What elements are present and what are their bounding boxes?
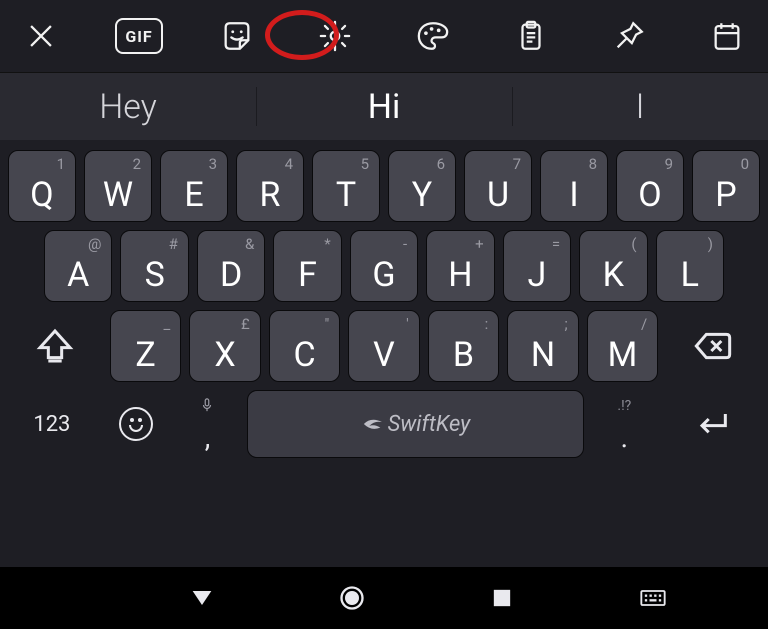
key-row-2: @A #S &D *F -G +H =J (K )L	[8, 230, 760, 302]
keyboard-icon	[639, 584, 667, 612]
space-key[interactable]: SwiftKey	[247, 390, 584, 458]
suggestion-right[interactable]: I	[512, 73, 768, 140]
suggestion-center[interactable]: Hi	[256, 73, 512, 140]
key-c[interactable]: "C	[269, 310, 340, 382]
key-row-1: 1Q 2W 3E 4R 5T 6Y 7U 8I 9O 0P	[8, 150, 760, 222]
nav-recent-button[interactable]	[467, 584, 537, 612]
nav-back-button[interactable]	[167, 584, 237, 612]
emoji-icon	[119, 407, 153, 441]
toolbar: GIF	[0, 0, 768, 72]
home-circle-icon	[338, 584, 366, 612]
recent-square-icon	[488, 584, 516, 612]
calendar-button[interactable]	[700, 9, 754, 63]
key-e[interactable]: 3E	[160, 150, 228, 222]
key-x[interactable]: £X	[189, 310, 260, 382]
period-key[interactable]: .!? .	[592, 390, 656, 458]
symbols-key[interactable]: 123	[8, 390, 96, 458]
clipboard-icon	[514, 19, 548, 53]
nav-home-button[interactable]	[317, 584, 387, 612]
key-row-3: _Z £X "C 'V :B ;N /M	[8, 310, 760, 382]
key-f[interactable]: *F	[273, 230, 341, 302]
key-d[interactable]: &D	[197, 230, 265, 302]
calendar-icon	[710, 19, 744, 53]
key-p[interactable]: 0P	[692, 150, 760, 222]
gif-button[interactable]: GIF	[112, 9, 166, 63]
pin-icon	[612, 19, 646, 53]
key-o[interactable]: 9O	[616, 150, 684, 222]
suggestion-left[interactable]: Hey	[0, 73, 256, 140]
key-y[interactable]: 6Y	[388, 150, 456, 222]
key-row-4: 123 , SwiftKey .!? .	[8, 390, 760, 458]
back-triangle-icon	[188, 584, 216, 612]
close-icon	[24, 19, 58, 53]
key-m[interactable]: /M	[587, 310, 658, 382]
key-q[interactable]: 1Q	[8, 150, 76, 222]
key-a[interactable]: @A	[44, 230, 112, 302]
enter-key[interactable]	[664, 390, 760, 458]
key-k[interactable]: (K	[579, 230, 647, 302]
key-s[interactable]: #S	[120, 230, 188, 302]
gear-icon	[318, 19, 352, 53]
key-w[interactable]: 2W	[84, 150, 152, 222]
key-r[interactable]: 4R	[236, 150, 304, 222]
pin-button[interactable]	[602, 9, 656, 63]
close-button[interactable]	[14, 9, 68, 63]
key-l[interactable]: )L	[656, 230, 724, 302]
palette-icon	[416, 19, 450, 53]
nav-keyboard-button[interactable]	[618, 584, 688, 612]
keyboard: 1Q 2W 3E 4R 5T 6Y 7U 8I 9O 0P @A #S &D *…	[0, 140, 768, 567]
themes-button[interactable]	[406, 9, 460, 63]
key-i[interactable]: 8I	[540, 150, 608, 222]
clipboard-button[interactable]	[504, 9, 558, 63]
key-u[interactable]: 7U	[464, 150, 532, 222]
nav-bar	[0, 567, 768, 629]
key-n[interactable]: ;N	[507, 310, 578, 382]
key-g[interactable]: -G	[350, 230, 418, 302]
key-j[interactable]: =J	[503, 230, 571, 302]
enter-icon	[692, 404, 732, 444]
emoji-key[interactable]	[104, 390, 168, 458]
swiftkey-icon	[362, 413, 384, 435]
backspace-key[interactable]	[666, 310, 760, 382]
key-z[interactable]: _Z	[110, 310, 181, 382]
key-t[interactable]: 5T	[312, 150, 380, 222]
sticker-icon	[220, 19, 254, 53]
key-b[interactable]: :B	[428, 310, 499, 382]
shift-icon	[35, 326, 75, 366]
key-h[interactable]: +H	[426, 230, 494, 302]
gif-icon: GIF	[115, 18, 163, 54]
shift-key[interactable]	[8, 310, 102, 382]
suggestion-bar: Hey Hi I	[0, 72, 768, 140]
comma-key[interactable]: ,	[176, 390, 240, 458]
stickers-button[interactable]	[210, 9, 264, 63]
space-label: SwiftKey	[362, 412, 471, 437]
settings-button[interactable]	[308, 9, 362, 63]
mic-icon	[201, 398, 213, 416]
backspace-icon	[693, 326, 733, 366]
key-v[interactable]: 'V	[348, 310, 419, 382]
